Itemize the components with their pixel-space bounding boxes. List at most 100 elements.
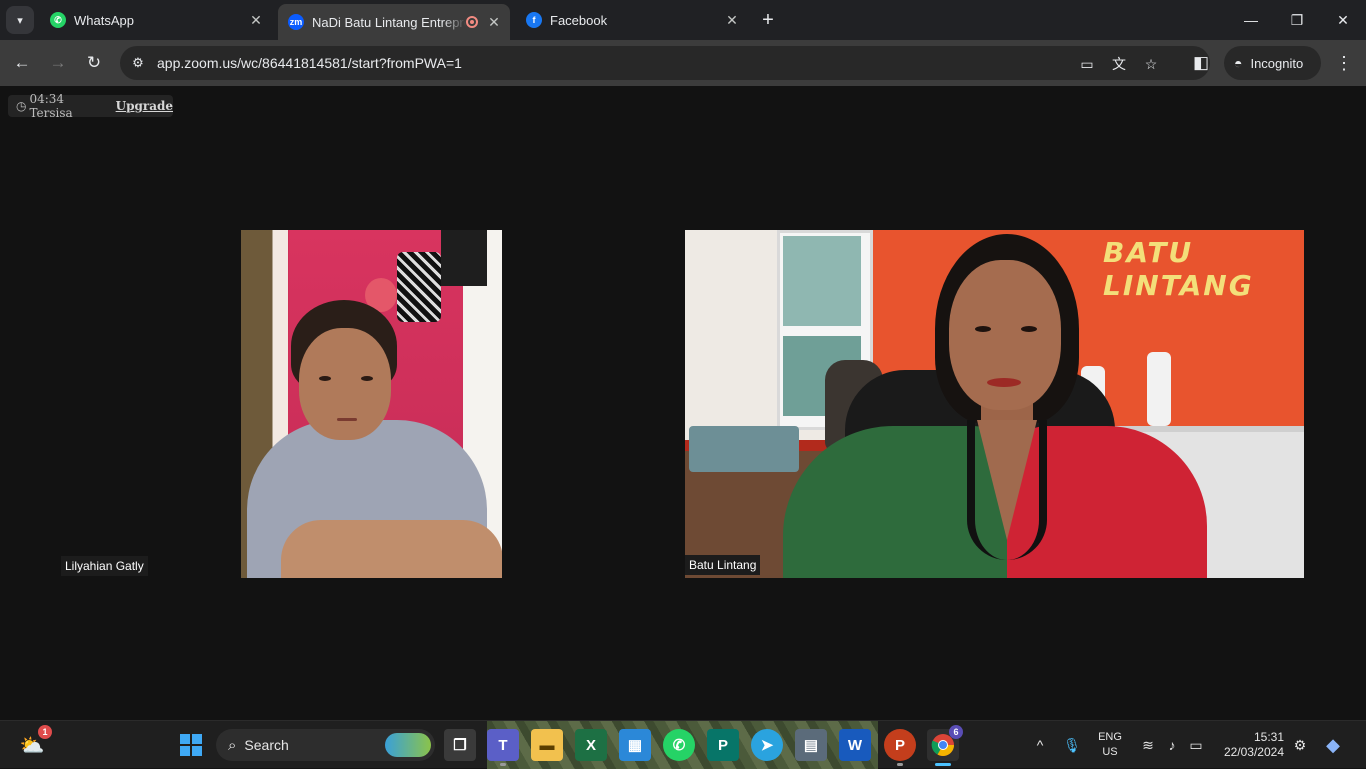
- facebook-icon: f: [526, 12, 542, 28]
- powerpoint-app[interactable]: P: [884, 729, 916, 766]
- side-panel-icon: ◧: [1192, 53, 1210, 72]
- reload-button[interactable]: ↻: [80, 49, 108, 77]
- microsoft-store-app[interactable]: ▦: [619, 729, 651, 761]
- microphone-icon[interactable]: 🎙: [1062, 733, 1082, 757]
- whatsapp-icon: ✆: [50, 12, 66, 28]
- address-bar[interactable]: ⚙ app.zoom.us/wc/86441814581/start?fromP…: [120, 46, 1210, 80]
- minimize-icon: —: [1244, 12, 1258, 28]
- search-highlight-image: [385, 733, 431, 757]
- search-icon: ⌕: [228, 736, 237, 754]
- tab-zoom-meeting[interactable]: zm NaDi Batu Lintang Entrepreneur ✕: [278, 4, 510, 40]
- close-tab-icon[interactable]: ✕: [484, 12, 504, 32]
- teams-icon: T: [498, 736, 508, 754]
- participant-video[interactable]: [241, 230, 502, 578]
- back-button[interactable]: ←: [8, 49, 36, 77]
- tab-whatsapp[interactable]: ✆ WhatsApp ✕: [40, 6, 272, 34]
- forward-button[interactable]: →: [44, 49, 72, 77]
- folder-icon: ▬: [539, 736, 555, 754]
- date-text: 22/03/2024: [1223, 745, 1284, 759]
- translate-icon[interactable]: 文: [1108, 53, 1130, 75]
- restore-icon: ❐: [1290, 11, 1304, 28]
- incognito-indicator[interactable]: ◓ Incognito: [1224, 46, 1321, 80]
- teams-app[interactable]: T: [487, 729, 519, 766]
- task-view-icon: ❐: [453, 737, 467, 754]
- bookmark-star-icon[interactable]: ☆: [1140, 53, 1162, 75]
- more-vertical-icon: ⋮: [1335, 52, 1353, 73]
- word-icon: W: [847, 736, 863, 754]
- excel-icon: X: [585, 736, 596, 754]
- tab-facebook[interactable]: f Facebook ✕: [516, 6, 748, 34]
- search-label: Search: [244, 737, 289, 753]
- battery-icon[interactable]: ▭: [1186, 733, 1206, 757]
- tab-title: WhatsApp: [74, 12, 134, 28]
- publisher-app[interactable]: P: [707, 729, 739, 761]
- tab-search-button[interactable]: ▾: [6, 6, 34, 34]
- browser-toolbar: ← → ↻ ⚙ app.zoom.us/wc/86441814581/start…: [0, 40, 1366, 86]
- excel-app[interactable]: X: [575, 729, 607, 761]
- close-tab-icon[interactable]: ✕: [722, 10, 742, 30]
- restore-button[interactable]: ❐: [1274, 4, 1320, 36]
- camera-icon[interactable]: ▭: [1076, 53, 1098, 75]
- weather-widget[interactable]: ⛅ 1: [16, 725, 52, 761]
- participant-name-tag: Lilyahian Gatly: [61, 556, 148, 576]
- recording-icon: [466, 16, 478, 28]
- whatsapp-icon: ✆: [672, 737, 686, 754]
- meeting-timer: ◷ 04:34 Tersisa Upgrade: [8, 92, 173, 120]
- calculator-app[interactable]: ▤: [795, 729, 827, 761]
- arrow-left-icon: ←: [13, 53, 31, 72]
- incognito-label: Incognito: [1250, 55, 1304, 71]
- close-window-button[interactable]: ✕: [1320, 4, 1366, 36]
- arrow-right-icon: →: [49, 53, 67, 72]
- minimize-button[interactable]: —: [1228, 4, 1274, 36]
- volume-icon[interactable]: ♪: [1162, 733, 1182, 757]
- participant-name-tag: Batu Lintang: [685, 555, 761, 575]
- telegram-app[interactable]: ➤: [751, 729, 783, 761]
- background-sign: BATU LINTANG: [1103, 236, 1254, 302]
- incognito-icon: ◓: [1234, 55, 1243, 71]
- store-icon: ▦: [627, 737, 643, 754]
- notification-badge: 1: [38, 725, 52, 739]
- windows-logo-icon: [180, 734, 202, 756]
- clock-icon: ◷: [16, 99, 27, 113]
- task-view-button[interactable]: ❐: [444, 729, 476, 761]
- chevron-up-icon: ^: [1036, 737, 1044, 753]
- timer-text: 04:34 Tersisa: [29, 92, 73, 120]
- windows-taskbar: ⛅ 1 ⌕ Search ❐ T ▬ X ▦ ✆ P ➤ ▤ W P 6 ^ 🎙…: [0, 720, 1366, 769]
- show-hidden-icons-button[interactable]: ^: [1030, 733, 1050, 757]
- wifi-icon[interactable]: ≋: [1138, 733, 1158, 757]
- time-text: 15:31: [1253, 730, 1284, 744]
- zoom-icon: zm: [288, 14, 304, 30]
- new-tab-button[interactable]: +: [756, 8, 780, 32]
- file-explorer-app[interactable]: ▬: [531, 729, 563, 761]
- taskbar-search[interactable]: ⌕ Search: [216, 729, 435, 761]
- chrome-app[interactable]: 6: [927, 725, 963, 766]
- tab-title: Facebook: [550, 12, 608, 28]
- url-text[interactable]: app.zoom.us/wc/86441814581/start?fromPWA…: [157, 55, 462, 71]
- browser-tab-strip: ▾ ✆ WhatsApp ✕ zm NaDi Batu Lintang Entr…: [0, 0, 1366, 40]
- side-panel-button[interactable]: ◧: [1187, 49, 1215, 77]
- participant-video[interactable]: BATU LINTANG Batu Lintang: [685, 230, 1304, 578]
- notification-bell-icon[interactable]: ⚙: [1290, 733, 1310, 757]
- language-code: ENG: [1098, 731, 1122, 743]
- whatsapp-app[interactable]: ✆: [663, 729, 695, 761]
- reload-icon: ↻: [86, 53, 102, 72]
- close-tab-icon[interactable]: ✕: [246, 10, 266, 30]
- site-info-icon[interactable]: ⚙: [128, 53, 148, 73]
- start-button[interactable]: [175, 729, 207, 761]
- upgrade-link[interactable]: Upgrade: [116, 99, 173, 113]
- notification-badge: 6: [949, 725, 963, 739]
- input-language[interactable]: ENG US: [1096, 730, 1124, 760]
- zoom-meeting-area: ◷ 04:34 Tersisa Upgrade Lilyahian Gatly …: [0, 86, 1366, 720]
- powerpoint-icon: P: [894, 736, 905, 754]
- calculator-icon: ▤: [803, 737, 819, 754]
- chevron-down-icon: ▾: [17, 14, 23, 27]
- copilot-icon[interactable]: ◆: [1320, 733, 1346, 757]
- system-clock[interactable]: 15:31 22/03/2024: [1218, 730, 1284, 760]
- publisher-icon: P: [717, 736, 728, 754]
- plus-icon: +: [762, 8, 774, 31]
- tab-title: NaDi Batu Lintang Entrepreneur: [312, 14, 466, 30]
- word-app[interactable]: W: [839, 729, 871, 761]
- region-code: US: [1102, 746, 1118, 758]
- browser-menu-button[interactable]: ⋮: [1330, 49, 1358, 77]
- telegram-icon: ➤: [760, 737, 774, 754]
